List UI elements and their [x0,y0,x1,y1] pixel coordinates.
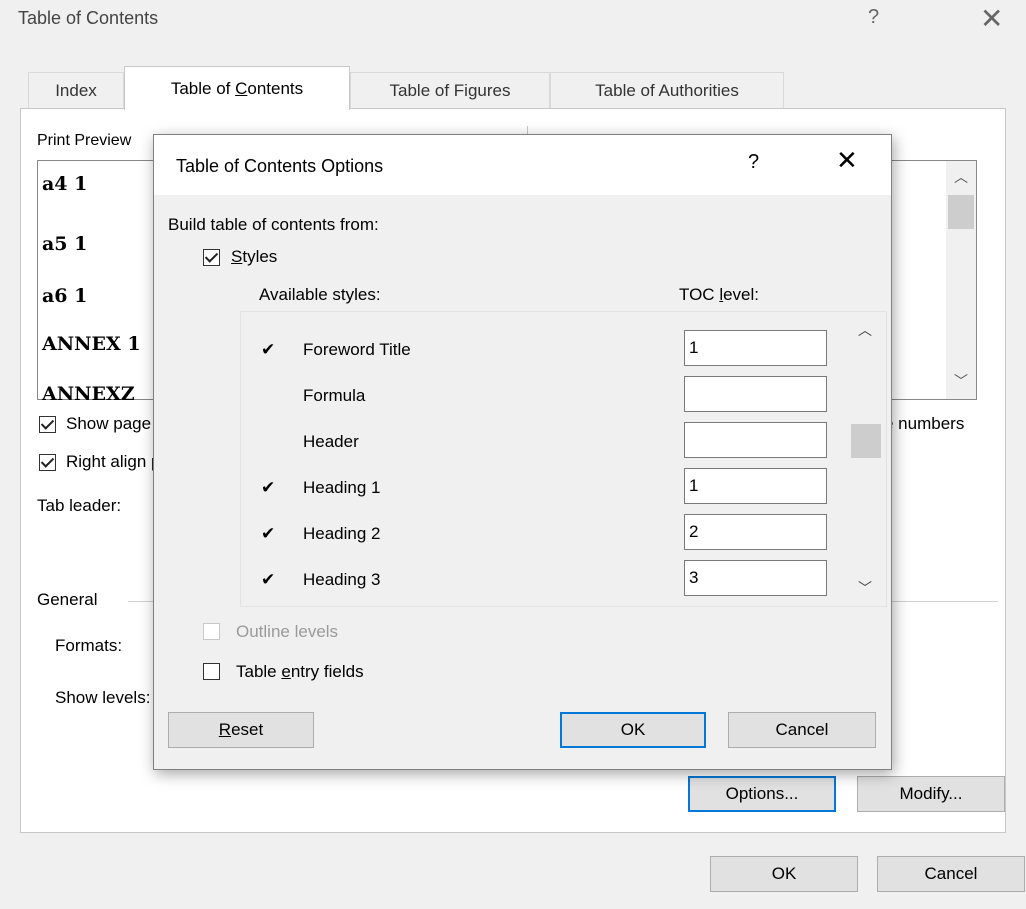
web-hyperlinks-label: e numbers [884,414,965,433]
general-group-label: General [37,590,98,609]
toc-level-input[interactable]: 1 [684,330,827,366]
outline-levels-checkbox[interactable] [203,623,220,640]
style-name[interactable]: Heading 1 [303,478,381,498]
outline-levels-label: Outline levels [236,622,339,641]
show-page-numbers-checkbox[interactable] [39,416,56,433]
tab-leader-label: Tab leader: [37,496,122,515]
style-name[interactable]: Header [303,432,359,452]
scroll-down-icon[interactable]: ﹀ [858,578,872,598]
check-mark-icon: ✔ [261,524,276,543]
tab-table-of-figures[interactable]: Table of Figures [350,72,550,108]
cancel-button[interactable]: Cancel [877,856,1025,892]
dialog-title: Table of Contents Options [176,156,384,176]
close-button[interactable]: ✕ [980,2,1003,35]
style-name[interactable]: Foreword Title [303,340,411,360]
formats-label: Formats: [55,636,123,655]
dialog-close-button[interactable]: ✕ [836,145,858,176]
scrollbar-thumb[interactable] [948,195,974,229]
toc-options-dialog: Table of Contents Options ? ✕ Build tabl… [153,134,892,770]
dialog-cancel-button[interactable]: Cancel [728,712,876,748]
style-name[interactable]: Formula [303,386,365,406]
scroll-down-icon[interactable]: ﹀ [954,371,968,391]
modify-button[interactable]: Modify... [857,776,1005,812]
show-levels-label: Show levels: [55,688,151,707]
styles-label: Styles [231,247,278,266]
available-styles-label: Available styles: [259,285,381,304]
tab-table-of-authorities[interactable]: Table of Authorities [550,72,784,108]
style-list: ✔ Foreword Title 1 Formula Header ✔ Head… [240,311,887,607]
toc-level-input[interactable]: 1 [684,468,827,504]
table-entry-fields-label: Table entry fields [236,662,364,681]
scrollbar-thumb[interactable] [851,424,881,458]
help-button[interactable]: ? [868,6,879,29]
dialog-help-button[interactable]: ? [748,151,759,174]
right-align-checkbox[interactable] [39,454,56,471]
styles-checkbox[interactable] [203,249,220,266]
preview-entry: a4 1 [42,173,88,195]
scroll-up-icon[interactable]: ︿ [954,167,968,187]
table-entry-fields-checkbox[interactable] [203,663,220,680]
style-name[interactable]: Heading 2 [303,524,381,544]
toc-level-input[interactable] [684,422,827,458]
scroll-up-icon[interactable]: ︿ [858,320,872,340]
build-from-label: Build table of contents from: [168,215,379,234]
check-mark-icon: ✔ [261,478,276,497]
reset-button[interactable]: Reset [168,712,314,748]
tab-index[interactable]: Index [28,72,124,108]
toc-level-label: TOC level: [679,285,760,304]
toc-level-input[interactable]: 2 [684,514,827,550]
style-list-scrollbar[interactable]: ︿ ﹀ [847,312,886,606]
options-button[interactable]: Options... [688,776,836,812]
preview-entry: a5 1 [42,233,88,255]
toc-level-input[interactable]: 3 [684,560,827,596]
check-mark-icon: ✔ [261,570,276,589]
preview-entry: ANNEXZ [42,383,135,405]
dialog-ok-button[interactable]: OK [560,712,706,748]
preview-entry: ANNEX 1 [42,333,141,355]
window-title: Table of Contents [18,8,159,28]
ok-button[interactable]: OK [710,856,858,892]
tab-table-of-contents[interactable]: Table of Contents [124,66,350,110]
preview-scrollbar[interactable]: ︿ ﹀ [946,161,976,399]
preview-entry: a6 1 [42,285,88,307]
style-name[interactable]: Heading 3 [303,570,381,590]
toc-level-input[interactable] [684,376,827,412]
check-mark-icon: ✔ [261,340,276,359]
print-preview-label: Print Preview [37,132,132,149]
